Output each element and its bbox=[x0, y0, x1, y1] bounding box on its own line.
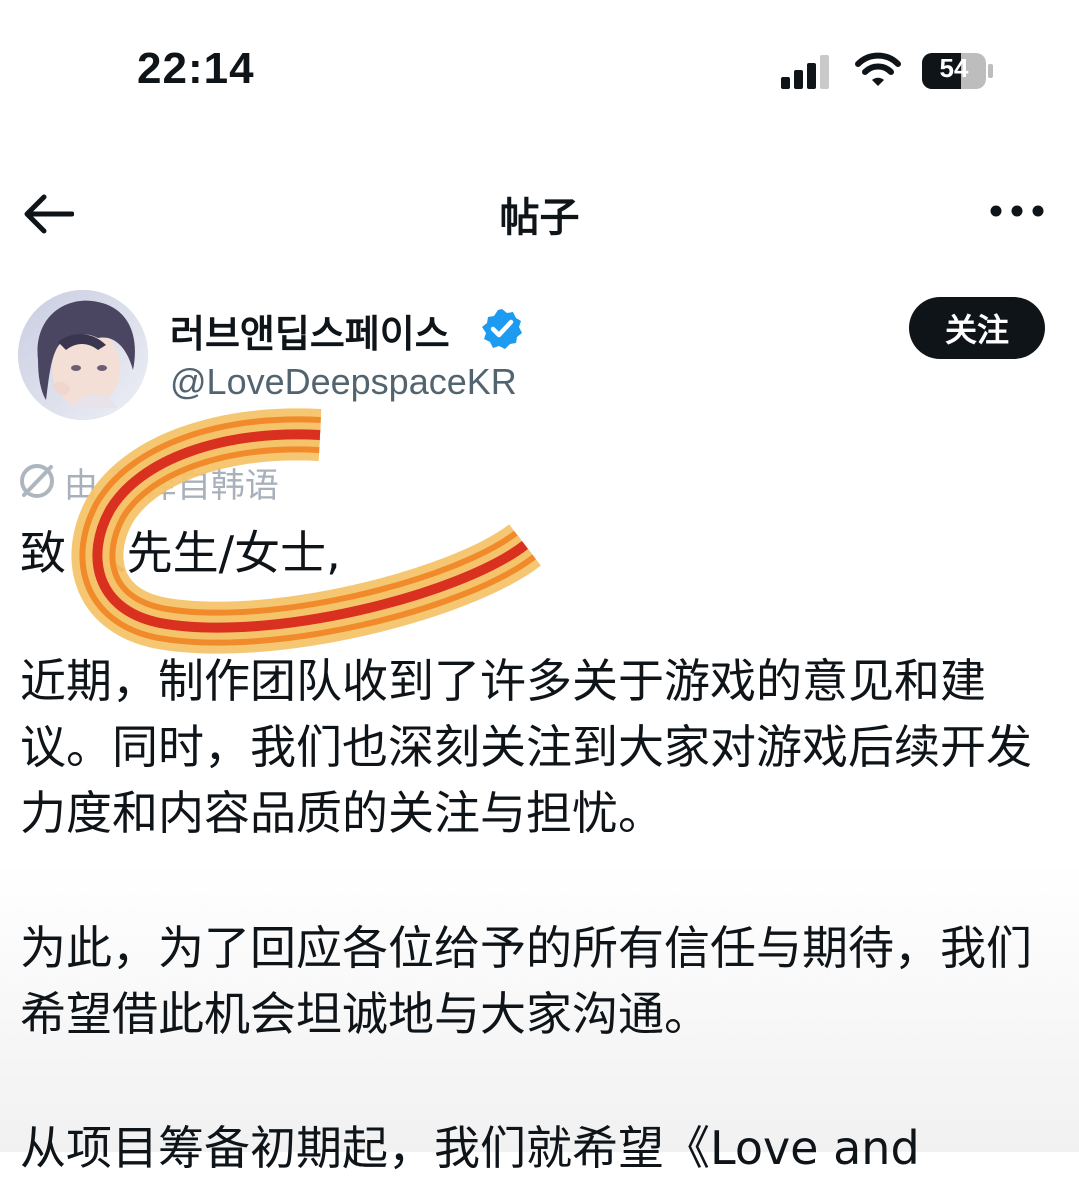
avatar-portrait bbox=[18, 290, 148, 420]
battery-level: 54 bbox=[939, 53, 969, 83]
translation-note[interactable]: 由 翻译自韩语 bbox=[64, 458, 279, 507]
author-handle[interactable]: @LoveDeepspaceKR bbox=[170, 361, 517, 403]
post-paragraph-2: 为此，为了回应各位给予的所有信任与期待，我们希望借此机会坦诚地与大家沟通。 bbox=[20, 921, 1032, 1041]
status-bar: 22:14 54 bbox=[0, 0, 1079, 140]
post-greeting: 致 人先生/女士, bbox=[20, 526, 341, 580]
more-options-icon[interactable] bbox=[988, 198, 1046, 224]
translate-icon bbox=[20, 464, 54, 498]
page-title: 帖子 bbox=[499, 195, 580, 241]
wifi-icon bbox=[855, 52, 901, 86]
post-paragraph-1: 近期，制作团队收到了许多关于游戏的意见和建议。同时，我们也深刻关注到大家对游戏后… bbox=[20, 654, 1032, 840]
avatar[interactable] bbox=[18, 290, 148, 420]
status-time: 22:14 bbox=[137, 44, 255, 93]
follow-button[interactable]: 关注 bbox=[909, 297, 1045, 359]
cellular-signal-icon bbox=[781, 55, 829, 89]
verified-badge-icon bbox=[482, 309, 522, 349]
post-paragraph-3: 从项目筹备初期起，我们就希望《Love and bbox=[20, 1121, 920, 1175]
author-display-name[interactable]: 러브앤딥스페이스 bbox=[170, 303, 450, 358]
